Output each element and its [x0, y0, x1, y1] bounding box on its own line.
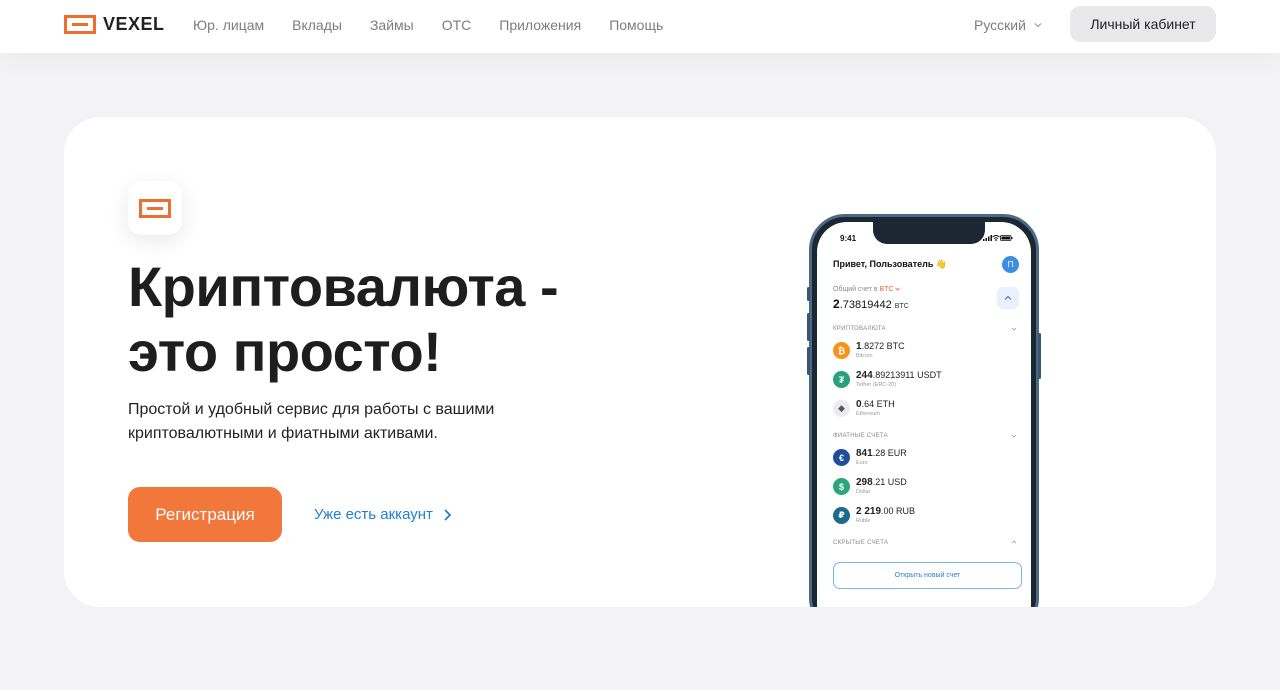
collapse-button[interactable]: [997, 287, 1019, 309]
language-label: Русский: [974, 17, 1026, 33]
asset-row-usd[interactable]: $ 298.21 USD Dollar: [833, 477, 907, 496]
avatar[interactable]: П: [1002, 256, 1019, 273]
hero-subtitle: Простой и удобный сервис для работы с ва…: [128, 401, 495, 442]
chevron-right-icon: [444, 509, 452, 521]
phone-screen: 9:41 Привет, Пользователь 👋 П Общий счет…: [817, 222, 1031, 607]
greeting: Привет, Пользователь 👋: [833, 259, 948, 269]
euro-icon: €: [833, 449, 850, 466]
asset-row-usdt[interactable]: ₮ 244.89213911 USDT Tether (ERC-20): [833, 370, 942, 389]
vexel-logo-icon: [64, 15, 96, 34]
battery-icon: [1000, 235, 1013, 241]
chevron-down-icon: [895, 287, 901, 291]
tether-icon: ₮: [833, 371, 850, 388]
total-currency-selector[interactable]: BTC: [880, 286, 894, 293]
personal-account-button[interactable]: Личный кабинет: [1070, 6, 1216, 42]
vexel-logo-icon: [139, 198, 171, 218]
language-selector[interactable]: Русский: [974, 16, 1042, 34]
brand-logo[interactable]: VEXEL: [64, 14, 165, 35]
status-time: 9:41: [840, 234, 857, 243]
hero-card: Криптовалюта - это просто! Простой и удо…: [64, 117, 1216, 607]
ruble-icon: ₽: [833, 507, 850, 524]
brand-name: VEXEL: [103, 14, 165, 34]
phone-side-button: [807, 347, 810, 375]
asset-row-eth[interactable]: ◆ 0.64 ETH Ethereum: [833, 399, 895, 418]
bitcoin-icon: ₿: [833, 342, 850, 359]
site-header: VEXEL Юр. лицам Вклады Займы OTC Приложе…: [0, 0, 1280, 53]
status-icons: [983, 235, 1013, 241]
nav-item-deposits[interactable]: Вклады: [292, 16, 342, 34]
chevron-down-icon[interactable]: [1011, 433, 1017, 439]
login-link-label: Уже есть аккаунт: [314, 506, 433, 523]
crypto-section-label: КРИПТОВАЛЮТА: [833, 326, 886, 332]
signal-icon: [983, 235, 992, 241]
total-balance-label: Общий счет в BTC: [833, 286, 901, 293]
login-link[interactable]: Уже есть аккаунт: [314, 505, 452, 525]
ethereum-icon: ◆: [833, 400, 850, 417]
wifi-icon: [992, 235, 1000, 241]
dollar-icon: $: [833, 478, 850, 495]
nav-item-otc[interactable]: OTC: [442, 16, 472, 34]
hero-title: Криптовалюта - это просто!: [128, 255, 559, 383]
chevron-down-icon[interactable]: [1011, 326, 1017, 332]
phone-power-button: [1038, 333, 1041, 379]
phone-side-button: [807, 313, 810, 341]
chevron-up-icon[interactable]: [1011, 539, 1017, 545]
chevron-down-icon: [1034, 23, 1042, 28]
nav-item-help[interactable]: Помощь: [609, 16, 663, 34]
register-button[interactable]: Регистрация: [128, 487, 282, 542]
asset-row-rub[interactable]: ₽ 2 219.00 RUB Ruble: [833, 506, 915, 525]
app-icon: [128, 181, 182, 235]
nav-item-business[interactable]: Юр. лицам: [193, 16, 264, 34]
chevron-up-icon: [1004, 295, 1012, 300]
phone-notch: [873, 222, 985, 244]
nav-item-loans[interactable]: Займы: [370, 16, 414, 34]
open-new-account-button[interactable]: Открыть новый счет: [833, 562, 1022, 589]
phone-mockup: 9:41 Привет, Пользователь 👋 П Общий счет…: [807, 214, 1041, 607]
total-balance-value: 2.73819442 BTC: [833, 297, 909, 311]
nav-item-apps[interactable]: Приложения: [499, 16, 581, 34]
asset-row-eur[interactable]: € 841.28 EUR Euro: [833, 448, 907, 467]
hidden-section-label: СКРЫТЫЕ СЧЕТА: [833, 540, 889, 546]
main-nav: Юр. лицам Вклады Займы OTC Приложения По…: [193, 16, 691, 34]
phone-side-button: [807, 287, 810, 301]
fiat-section-label: ФИАТНЫЕ СЧЕТА: [833, 433, 888, 439]
asset-row-btc[interactable]: ₿ 1.8272 BTC Bitcoin: [833, 341, 905, 360]
